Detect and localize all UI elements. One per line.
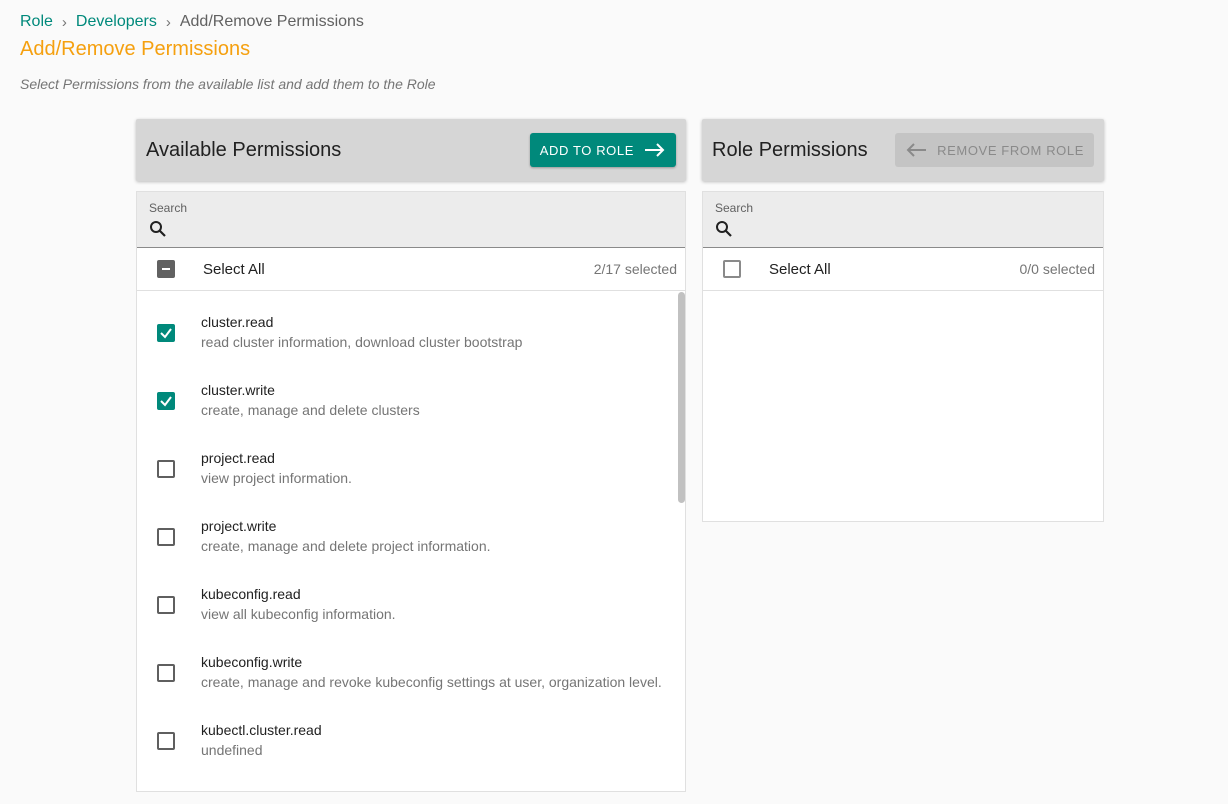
role-permissions-header: Role Permissions REMOVE FROM ROLE [702, 119, 1104, 181]
list-item[interactable]: kubeconfig.read view all kubeconfig info… [137, 563, 675, 631]
arrow-left-icon [906, 143, 927, 157]
add-to-role-button[interactable]: ADD TO ROLE [529, 133, 676, 167]
item-name: kubeconfig.read [201, 586, 301, 602]
select-all-checkbox[interactable] [157, 260, 175, 278]
list-item[interactable]: cluster.read read cluster information, d… [137, 291, 675, 359]
role-select-all-row: Select All 0/0 selected [703, 248, 1103, 291]
item-description: undefined [201, 742, 263, 758]
breadcrumb-role-link[interactable]: Role [20, 13, 53, 31]
role-select-all-label: Select All [769, 260, 831, 278]
role-select-all-checkbox[interactable] [723, 260, 741, 278]
available-items[interactable]: cluster.read read cluster information, d… [137, 291, 685, 790]
available-search-label: Search [149, 201, 188, 215]
item-checkbox[interactable] [157, 732, 175, 750]
check-icon [160, 396, 172, 407]
item-checkbox[interactable] [157, 460, 175, 478]
add-to-role-label: ADD TO ROLE [539, 142, 634, 158]
breadcrumb-current: Add/Remove Permissions [179, 13, 364, 30]
available-select-all-row: Select All 2/17 selected [137, 248, 685, 291]
role-search-input[interactable] [739, 218, 1091, 238]
list-item[interactable]: cluster.write create, manage and delete … [137, 359, 675, 427]
item-checkbox[interactable] [157, 324, 175, 342]
role-items-empty [703, 291, 1103, 520]
arrow-right-icon [645, 143, 665, 157]
available-selected-count: 2/17 selected [593, 261, 677, 277]
list-item[interactable]: project.read view project information. [137, 427, 675, 495]
select-all-label: Select All [203, 260, 265, 278]
page-subtitle: Select Permissions from the available li… [20, 76, 436, 92]
item-description: create, manage and revoke kubeconfig set… [201, 674, 662, 690]
item-checkbox[interactable] [157, 528, 175, 546]
item-description: view all kubeconfig information. [201, 606, 396, 622]
search-icon [150, 221, 166, 237]
search-icon [716, 221, 732, 237]
breadcrumb: Role › Developers › Add/Remove Permissio… [20, 12, 364, 32]
item-checkbox[interactable] [157, 392, 175, 410]
list-item[interactable]: kubeconfig.write create, manage and revo… [137, 631, 675, 699]
list-item[interactable]: kubectl.cluster.read undefined [137, 699, 675, 767]
breadcrumb-separator: › [61, 13, 67, 31]
item-name: project.write [201, 518, 277, 534]
page-title: Add/Remove Permissions [20, 38, 251, 60]
item-name: project.read [201, 450, 275, 466]
role-permissions-list: Search Select All 0/0 selected [702, 191, 1104, 522]
scrollbar-thumb[interactable] [678, 292, 685, 503]
available-search-field[interactable]: Search [137, 192, 685, 248]
breadcrumb-separator: › [165, 13, 171, 31]
available-permissions-list: Search Select All 2/17 selected cluster.… [136, 191, 686, 792]
item-name: kubectl.cluster.read [201, 722, 322, 738]
role-search-field[interactable]: Search [703, 192, 1103, 248]
available-permissions-title: Available Permissions [146, 138, 342, 161]
list-item[interactable]: project.write create, manage and delete … [137, 495, 675, 563]
item-description: create, manage and delete project inform… [201, 538, 491, 554]
item-description: view project information. [201, 470, 352, 486]
item-checkbox[interactable] [157, 596, 175, 614]
item-name: cluster.write [201, 382, 275, 398]
item-description: create, manage and delete clusters [201, 402, 420, 418]
role-permissions-title: Role Permissions [712, 138, 868, 161]
item-name: kubeconfig.write [201, 654, 303, 670]
available-search-input[interactable] [173, 218, 673, 238]
item-description: read cluster information, download clust… [201, 334, 523, 350]
item-checkbox[interactable] [157, 664, 175, 682]
role-search-label: Search [715, 201, 754, 215]
remove-from-role-button[interactable]: REMOVE FROM ROLE [895, 133, 1094, 167]
item-name: cluster.read [201, 314, 274, 330]
minus-icon [162, 268, 170, 270]
remove-from-role-label: REMOVE FROM ROLE [937, 142, 1084, 158]
check-icon [160, 328, 172, 339]
breadcrumb-developers-link[interactable]: Developers [76, 13, 157, 31]
available-permissions-header: Available Permissions ADD TO ROLE [136, 119, 686, 181]
role-selected-count: 0/0 selected [1019, 261, 1096, 277]
